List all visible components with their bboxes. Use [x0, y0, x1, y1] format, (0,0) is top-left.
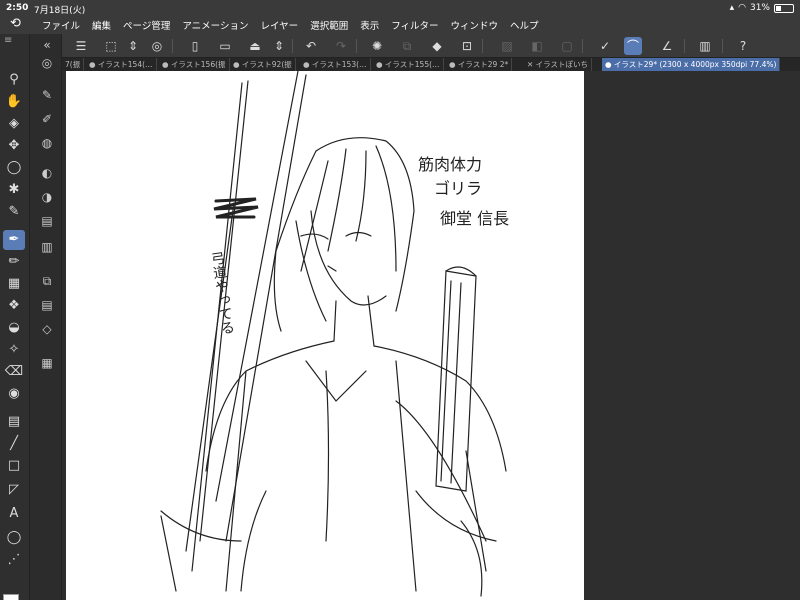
- battery-percent: 31%: [749, 3, 770, 13]
- frame-tool-icon[interactable]: ◸: [3, 480, 25, 500]
- menu-animation[interactable]: アニメーション: [182, 18, 248, 32]
- material-icon[interactable]: ▦: [38, 354, 56, 372]
- tool-property-icon[interactable]: ✐: [38, 110, 56, 128]
- tab-document[interactable]: ✕ イラストぽいち: [524, 58, 593, 71]
- layer-search-icon[interactable]: ⧉: [38, 272, 56, 290]
- magic-wand-icon[interactable]: ✱: [3, 180, 25, 200]
- decoration-icon[interactable]: ✧: [3, 340, 25, 360]
- eraser-icon[interactable]: ⌫: [3, 362, 25, 382]
- battery-fill: [776, 5, 781, 11]
- color-set-icon[interactable]: ◑: [38, 188, 56, 206]
- help-icon[interactable]: ?: [734, 37, 752, 55]
- ruler-icon[interactable]: ⋰: [3, 550, 25, 570]
- tab-document[interactable]: ● イラスト155(…: [373, 58, 444, 71]
- menu-icon[interactable]: ☰: [72, 37, 90, 55]
- menu-window[interactable]: ウィンドウ: [451, 18, 499, 32]
- canvas-note: 御堂 信長: [440, 209, 510, 228]
- layer-list-icon[interactable]: ▤: [38, 296, 56, 314]
- tab-document[interactable]: ● イラスト29 2*: [446, 58, 513, 71]
- menu-layer[interactable]: レイヤー: [260, 18, 298, 32]
- tab-document-active[interactable]: ● イラスト29* (2300 x 4000px 350dpi 77.4%): [602, 58, 781, 71]
- layer-stack-icon[interactable]: ◇: [38, 320, 56, 338]
- tab-document[interactable]: ● イラスト153(…: [300, 58, 371, 71]
- sketch-drawing: [160, 71, 507, 597]
- document-tabs: 7(振 ● イラスト154(… ● イラスト156(振 ● イラスト92(振 ●…: [62, 58, 800, 71]
- tab-document[interactable]: 7(振: [62, 58, 85, 71]
- device-icon[interactable]: ▥: [696, 37, 714, 55]
- pen-check-icon[interactable]: ✓: [596, 37, 614, 55]
- lasso-icon[interactable]: ◯: [3, 158, 25, 178]
- canvas-area[interactable]: 筋肉体力 ゴリラ 御堂 信長 弓道やってる: [62, 71, 800, 600]
- collapse-icon[interactable]: ≡: [0, 34, 29, 50]
- layer-copy-icon[interactable]: ⧉: [398, 37, 416, 55]
- color-wheel-icon[interactable]: ◐: [38, 164, 56, 182]
- battery-icon: [774, 3, 794, 13]
- signal-icon: ▴: [729, 3, 735, 13]
- open-folder-icon[interactable]: ▭: [216, 37, 234, 55]
- command-bar: ☰ ⬚ ⇕ ◎ ▯ ▭ ⏏ ⇕ ↶ ↷ ✺ ⧉ ◆ ⊡ ▨ ◧ ▢ ✓ ⌒ ∠ …: [62, 34, 800, 58]
- layer-property-icon[interactable]: ▥: [38, 238, 56, 256]
- menu-help[interactable]: ヘルプ: [510, 18, 539, 32]
- clip-studio-logo-icon[interactable]: ⟲: [10, 17, 24, 31]
- canvas-note: ゴリラ: [434, 179, 483, 198]
- line-icon[interactable]: ╱: [3, 434, 25, 454]
- stepper-icon[interactable]: ⇕: [124, 37, 142, 55]
- pencil-icon[interactable]: ✏: [3, 252, 25, 272]
- clip-studio-icon[interactable]: ◎: [148, 37, 166, 55]
- status-time: 2:50: [6, 3, 29, 13]
- gradient-icon[interactable]: ▤: [3, 412, 25, 432]
- menu-bar: ⟲ ファイル 編集 ページ管理 アニメーション レイヤー 選択範囲 表示 フィル…: [0, 14, 800, 34]
- grey-square-icon[interactable]: ◧: [528, 37, 546, 55]
- redo-icon[interactable]: ↷: [332, 37, 350, 55]
- stepper-icon-2[interactable]: ⇕: [270, 37, 288, 55]
- clear-icon[interactable]: ▨: [498, 37, 516, 55]
- brush-icon[interactable]: ⌒: [624, 37, 642, 55]
- undo-icon[interactable]: ↶: [302, 37, 320, 55]
- loading-icon[interactable]: ✺: [368, 37, 386, 55]
- sub-tool-bar: « ◎ ✎ ✐ ◍ ◐ ◑ ▤ ▥ ⧉ ▤ ◇ ▦: [31, 34, 62, 600]
- airbrush-icon[interactable]: ❖: [3, 296, 25, 316]
- menu-page[interactable]: ページ管理: [123, 18, 170, 32]
- selection-icon[interactable]: ⊡: [458, 37, 476, 55]
- tab-document[interactable]: ● イラスト156(振: [159, 58, 230, 71]
- object-icon[interactable]: ◈: [3, 114, 25, 134]
- eyedropper-icon[interactable]: ✎: [3, 202, 25, 222]
- pen-icon[interactable]: ✒: [3, 230, 25, 250]
- canvas-paper[interactable]: 筋肉体力 ゴリラ 御堂 信長 弓道やってる: [66, 71, 584, 600]
- frame-icon[interactable]: ▢: [558, 37, 576, 55]
- sub-tool-icon[interactable]: ✎: [38, 86, 56, 104]
- shape-icon[interactable]: □: [3, 456, 25, 476]
- menu-edit[interactable]: 編集: [92, 18, 111, 32]
- move-icon[interactable]: ✥: [3, 136, 25, 156]
- menu-filter[interactable]: フィルター: [391, 18, 438, 32]
- hand-icon[interactable]: ✋: [3, 92, 25, 112]
- navigator-icon[interactable]: ◎: [38, 54, 56, 72]
- new-file-icon[interactable]: ▯: [186, 37, 204, 55]
- tool-bar: ≡ ⚲ ✋ ◈ ✥ ◯ ✱ ✎ ✒ ✏ ▦ ❖ ◒ ✧ ⌫ ◉ ▤ ╱ □ ◸ …: [0, 34, 30, 600]
- fill-icon[interactable]: ◆: [428, 37, 446, 55]
- ruler-pen-icon[interactable]: ∠: [658, 37, 676, 55]
- transform-icon[interactable]: ⬚: [102, 37, 120, 55]
- canvas-note: 筋肉体力: [418, 155, 483, 174]
- menu-file[interactable]: ファイル: [42, 18, 80, 32]
- text-icon[interactable]: A: [3, 504, 25, 524]
- blend-icon[interactable]: ◒: [3, 318, 25, 338]
- menu-selection[interactable]: 選択範囲: [310, 18, 348, 32]
- brush-tool-icon[interactable]: ▦: [3, 274, 25, 294]
- tab-document[interactable]: ● イラスト154(…: [86, 58, 157, 71]
- collapse-subbar-icon[interactable]: «: [38, 36, 56, 54]
- balloon-icon[interactable]: ◯: [3, 528, 25, 548]
- zoom-icon[interactable]: ⚲: [3, 70, 25, 90]
- tab-document[interactable]: ● イラスト92(振: [230, 58, 296, 71]
- fill-bucket-icon[interactable]: ◉: [3, 384, 25, 404]
- color-history-icon[interactable]: ▤: [38, 212, 56, 230]
- wifi-icon: ◠: [738, 3, 746, 13]
- save-icon[interactable]: ⏏: [246, 37, 264, 55]
- status-right: ▴ ◠ 31%: [730, 3, 794, 13]
- main-color-swatch[interactable]: [3, 594, 19, 600]
- brush-size-icon[interactable]: ◍: [38, 134, 56, 152]
- menu-view[interactable]: 表示: [360, 18, 379, 32]
